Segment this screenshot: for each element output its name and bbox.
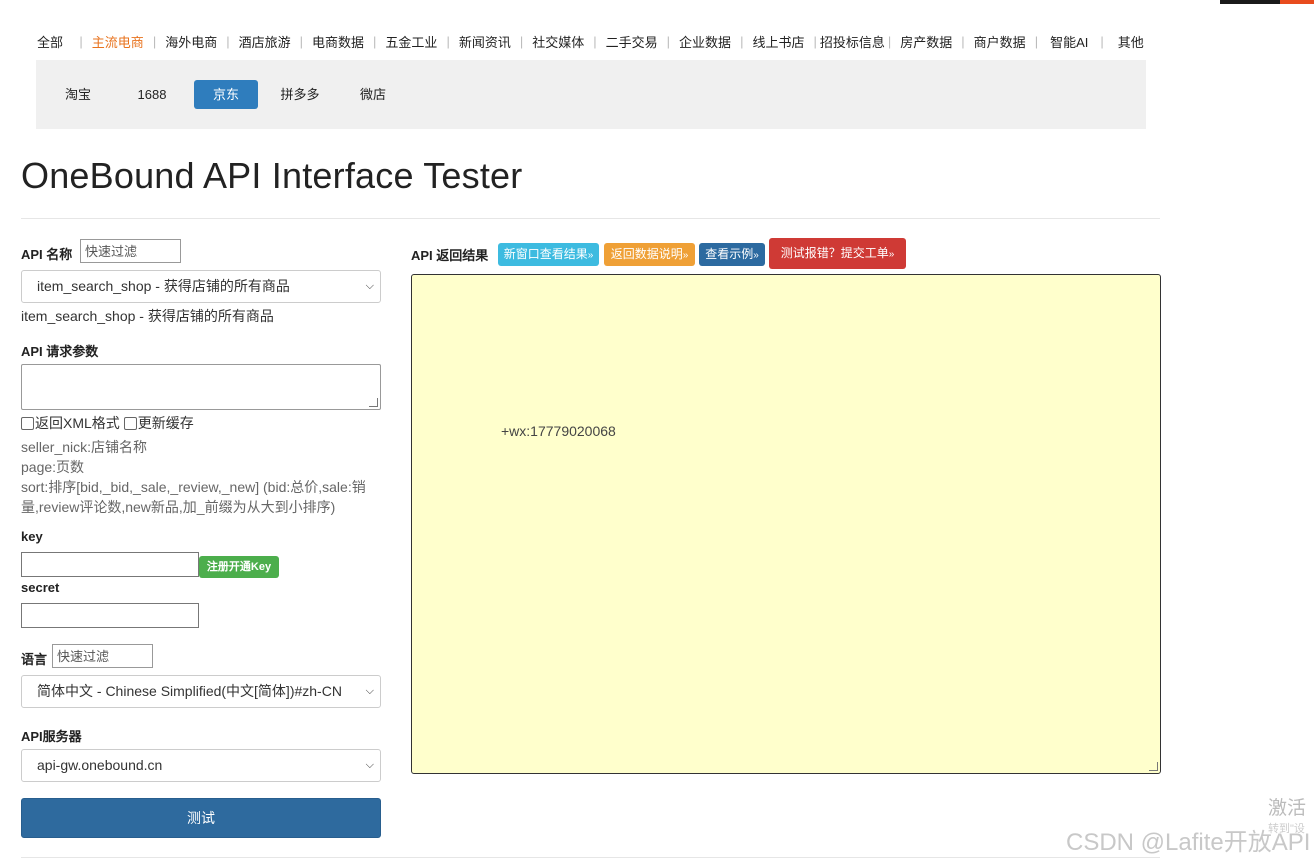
nav-item-real-estate[interactable]: 房产数据 <box>893 32 959 51</box>
api-select[interactable]: item_search_shop - 获得店铺的所有商品 ⌵ <box>21 270 381 303</box>
nav-item-ai[interactable]: 智能AI <box>1040 32 1098 51</box>
secret-input[interactable] <box>21 603 199 628</box>
button-label: 返回数据说明 <box>610 247 683 261</box>
nav-item-secondhand[interactable]: 二手交易 <box>599 32 665 51</box>
resize-grip-icon[interactable] <box>1149 762 1158 771</box>
subnav-item-weidian[interactable]: 微店 <box>350 80 396 109</box>
title-divider <box>21 218 1160 219</box>
page-title: OneBound API Interface Tester <box>21 155 523 196</box>
nav-item-enterprise-data[interactable]: 企业数据 <box>672 32 738 51</box>
params-hint: seller_nick:店铺名称 page:页数 sort:排序[bid,_bi… <box>21 437 381 517</box>
register-key-button[interactable]: 注册开通Key <box>199 556 279 578</box>
double-arrow-icon: » <box>753 250 759 261</box>
subnav-item-taobao[interactable]: 淘宝 <box>54 80 102 109</box>
double-arrow-icon: » <box>682 250 689 261</box>
subnav-item-jd[interactable]: 京东 <box>194 80 258 109</box>
xml-format-checkbox[interactable]: 返回XML格式 更新缓存 <box>21 413 194 433</box>
top-accent-bar <box>0 0 1314 4</box>
submit-ticket-button[interactable]: 测试报错？提交工单» <box>769 238 906 269</box>
nav-item-news[interactable]: 新闻资讯 <box>452 32 518 51</box>
nav-item-other[interactable]: 其他 <box>1106 32 1156 51</box>
platform-subnav: 淘宝 1688 京东 拼多多 微店 <box>36 60 1146 129</box>
server-select-value: api-gw.onebound.cn <box>37 757 163 773</box>
api-select-value: item_search_shop - 获得店铺的所有商品 <box>37 278 290 294</box>
button-label: 查看示例 <box>705 247 754 261</box>
secret-label: secret <box>21 580 60 595</box>
nav-item-ecommerce-data[interactable]: 电商数据 <box>305 32 371 51</box>
nav-item-bidding[interactable]: 招投标信息 <box>819 32 886 51</box>
checkbox-box[interactable] <box>21 416 34 430</box>
nav-item-social-media[interactable]: 社交媒体 <box>525 32 591 51</box>
button-label: 测试报错？提交工单 <box>780 246 889 260</box>
chevron-down-icon: ⌵ <box>365 280 374 292</box>
cache-checkbox-box[interactable] <box>123 416 137 430</box>
nav-item-mainstream-ecommerce[interactable]: 主流电商 <box>85 32 151 51</box>
hint-line: sort:排序[bid,_bid,_sale,_review,_new] (bi… <box>21 479 366 495</box>
category-nav: 全部| | 主流电商| 海外电商| 酒店旅游| 电商数据| 五金工业| 新闻资讯… <box>30 30 1156 52</box>
csdn-watermark: CSDN @Lafite开放API <box>1066 829 1311 856</box>
subnav-item-pinduoduo[interactable]: 拼多多 <box>276 80 324 109</box>
hint-line: seller_nick:店铺名称 <box>21 439 148 455</box>
server-label: API服务器 <box>21 729 82 744</box>
api-name-label: API 名称 <box>21 247 73 262</box>
xml-format-label: 返回XML格式 <box>35 415 120 431</box>
hint-line: page:页数 <box>21 459 85 475</box>
params-textarea[interactable] <box>21 364 381 410</box>
cache-label: 更新缓存 <box>137 415 194 431</box>
activate-windows-watermark: 激活 <box>1268 798 1307 819</box>
nav-item-hardware[interactable]: 五金工业 <box>378 32 444 51</box>
double-arrow-icon: » <box>587 250 594 261</box>
api-filter-input[interactable]: 快速过滤 <box>80 239 181 263</box>
language-filter-input[interactable]: 快速过滤 <box>52 644 153 668</box>
open-new-window-button[interactable]: 新窗口查看结果» <box>498 243 599 266</box>
nav-item-hotel-travel[interactable]: 酒店旅游 <box>232 32 298 51</box>
subnav-item-1688[interactable]: 1688 <box>128 80 176 109</box>
chevron-down-icon: ⌵ <box>365 685 374 697</box>
result-label: API 返回结果 <box>411 248 489 263</box>
double-arrow-icon: » <box>888 249 895 260</box>
key-label: key <box>21 529 43 544</box>
language-select[interactable]: 简体中文 - Chinese Simplified(中文[简体])#zh-CN … <box>21 675 381 708</box>
language-select-value: 简体中文 - Chinese Simplified(中文[简体])#zh-CN <box>37 683 342 699</box>
view-example-button[interactable]: 查看示例» <box>699 243 765 266</box>
hint-line: 量,review评论数,new新品,加_前缀为从大到小排序) <box>21 499 336 515</box>
server-select[interactable]: api-gw.onebound.cn ⌵ <box>21 749 381 782</box>
result-textarea[interactable]: +wx:17779020068 <box>411 274 1161 774</box>
nav-item-merchant-data[interactable]: 商户数据 <box>967 32 1033 51</box>
resize-grip-icon[interactable] <box>369 398 378 407</box>
key-input[interactable] <box>21 552 199 577</box>
bottom-divider <box>21 857 1160 858</box>
nav-item-overseas-ecommerce[interactable]: 海外电商 <box>158 32 224 51</box>
nav-item-all[interactable]: 全部 <box>30 32 70 51</box>
nav-item-bookstore[interactable]: 线上书店 <box>745 32 811 51</box>
test-button[interactable]: 测试 <box>21 798 381 838</box>
button-label: 新窗口查看结果 <box>503 247 588 261</box>
chevron-down-icon: ⌵ <box>365 759 374 771</box>
params-label: API 请求参数 <box>21 344 99 359</box>
data-description-button[interactable]: 返回数据说明» <box>604 243 695 266</box>
api-description: item_search_shop - 获得店铺的所有商品 <box>21 308 274 324</box>
language-label: 语言 <box>21 652 48 667</box>
result-content: +wx:17779020068 <box>501 423 616 439</box>
